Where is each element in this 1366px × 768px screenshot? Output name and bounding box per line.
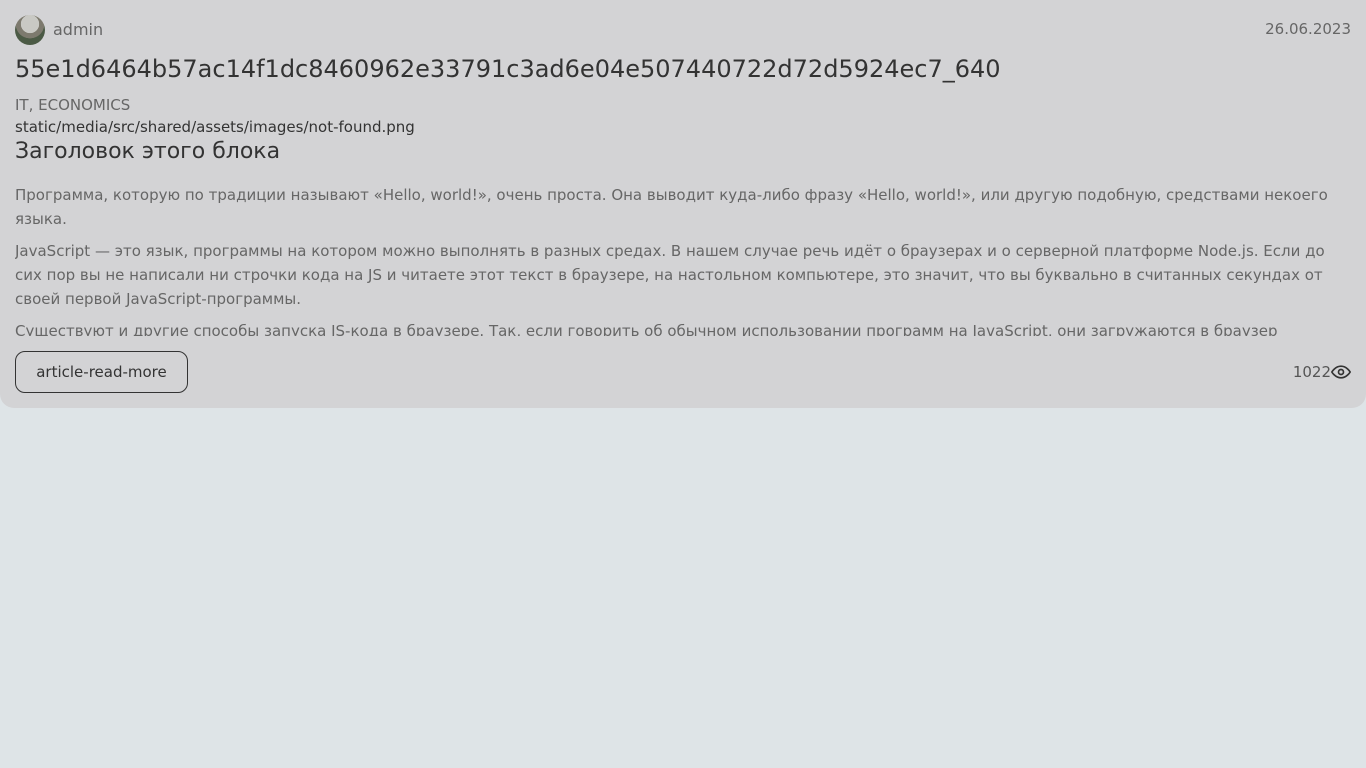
read-more-button[interactable]: article-read-more [15, 351, 188, 393]
article-types: IT, ECONOMICS [15, 96, 131, 114]
article-header: admin 26.06.2023 [15, 15, 1351, 45]
article-text-block: Программа, которую по традиции называют … [15, 183, 1350, 336]
article-card: admin 26.06.2023 55e1d6464b57ac14f1dc846… [0, 0, 1366, 408]
paragraph: JavaScript — это язык, программы на кото… [15, 242, 1325, 308]
block-title: Заголовок этого блока [15, 139, 281, 164]
views-count: 1022 [1292, 363, 1331, 381]
eye-icon [1331, 362, 1351, 382]
article-title: 55e1d6464b57ac14f1dc8460962e33791c3ad6e0… [15, 55, 1001, 83]
paragraph: Существуют и другие способы запуска JS-к… [15, 322, 1278, 336]
views-counter: 1022 [1293, 362, 1351, 382]
avatar [15, 15, 45, 45]
paragraph: Программа, которую по традиции называют … [15, 186, 1328, 228]
article-date: 26.06.2023 [1265, 20, 1351, 38]
username: admin [53, 20, 104, 39]
article-image-alt: static/media/src/shared/assets/images/no… [15, 118, 415, 136]
